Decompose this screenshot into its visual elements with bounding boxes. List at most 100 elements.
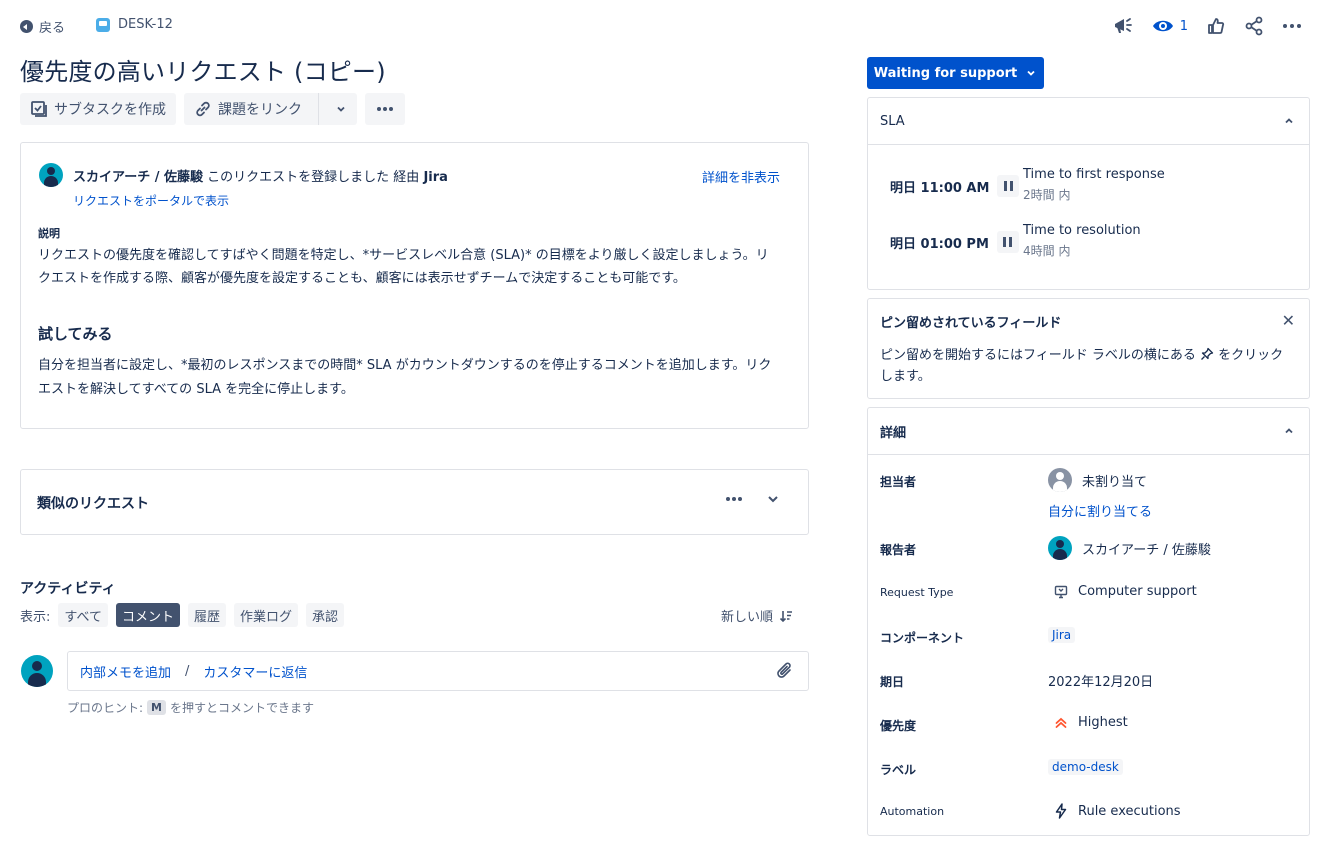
try-it-heading: 試してみる xyxy=(38,325,113,343)
sla-due-time: 明日 01:00 PM xyxy=(890,236,989,252)
sort-icon xyxy=(779,610,793,622)
field-components: コンポーネント Jira xyxy=(880,627,1300,651)
back-link[interactable]: 戻る xyxy=(20,17,65,36)
filter-history[interactable]: 履歴 xyxy=(187,603,226,627)
sla-due: 明日 11:00 AM xyxy=(890,175,1020,197)
filter-comments[interactable]: コメント xyxy=(115,603,180,627)
description-label: 説明 xyxy=(38,227,60,240)
issue-key-link[interactable]: DESK-12 xyxy=(96,17,173,32)
protip-prefix: プロのヒント: xyxy=(67,701,144,715)
more-icon xyxy=(1283,24,1301,28)
sla-name: Time to first response xyxy=(1023,167,1165,182)
sla-panel: SLA 明日 11:00 AM Time to first response 2… xyxy=(867,97,1310,290)
more-icon[interactable] xyxy=(724,493,744,505)
field-label: 担当者 xyxy=(880,475,917,489)
reporter-name: スカイアーチ / 佐藤駿 xyxy=(1082,542,1211,558)
create-subtask-button[interactable]: サブタスクを作成 xyxy=(20,93,176,125)
field-label: 優先度 xyxy=(880,719,917,733)
close-icon[interactable]: ✕ xyxy=(1282,311,1295,330)
comment-separator: / xyxy=(185,663,190,679)
more-icon xyxy=(377,107,393,111)
assign-to-me-link[interactable]: 自分に割り当てる xyxy=(1048,501,1152,520)
view-in-portal-link[interactable]: リクエストをポータルで表示 xyxy=(73,192,229,209)
details-panel-header[interactable]: 詳細 xyxy=(868,408,1309,455)
chevron-up-icon xyxy=(1285,118,1293,124)
add-internal-note-link[interactable]: 内部メモを追加 xyxy=(80,662,171,681)
components-value[interactable]: Jira xyxy=(1048,627,1076,643)
feedback-button[interactable] xyxy=(1112,14,1134,38)
issue-title[interactable]: 優先度の高いリクエスト (コピー) xyxy=(20,52,386,87)
field-label: コンポーネント xyxy=(880,631,965,645)
protip-key: M xyxy=(147,700,166,715)
eye-icon xyxy=(1152,20,1173,32)
chevron-up-icon xyxy=(1285,428,1293,434)
pause-icon xyxy=(997,175,1020,197)
sort-order-button[interactable]: 新しい順 xyxy=(721,606,793,625)
field-label: Automation xyxy=(880,805,945,818)
chevron-down-icon xyxy=(1027,70,1035,76)
link-issue-label: 課題をリンク xyxy=(218,102,302,118)
pro-tip: プロのヒント: M を押すとコメントできます xyxy=(67,699,314,716)
thumbs-up-icon xyxy=(1208,18,1225,34)
request-type-value[interactable]: Computer support xyxy=(1054,584,1197,599)
status-dropdown-button[interactable]: Waiting for support xyxy=(867,57,1044,89)
unassigned-avatar xyxy=(1048,468,1072,492)
request-action: このリクエストを登録しました 経由 xyxy=(207,169,420,185)
hide-details-link[interactable]: 詳細を非表示 xyxy=(702,167,780,186)
link-issue-button[interactable]: 課題をリンク xyxy=(184,93,312,125)
megaphone-icon xyxy=(1114,18,1132,33)
sla-remaining: 4時間 内 xyxy=(1023,244,1071,258)
request-header: スカイアーチ / 佐藤駿 このリクエストを登録しました 経由 Jira xyxy=(39,163,448,187)
filter-worklog[interactable]: 作業ログ xyxy=(234,603,299,627)
more-actions-button[interactable] xyxy=(1282,14,1302,38)
chevron-down-icon[interactable] xyxy=(766,492,780,506)
subtask-icon xyxy=(31,101,47,117)
toolbar-more-button[interactable] xyxy=(365,93,405,125)
label-tag[interactable]: demo-desk xyxy=(1048,759,1123,775)
lightning-icon xyxy=(1055,803,1067,819)
sla-panel-header[interactable]: SLA xyxy=(868,98,1309,145)
assignee-name: 未割り当て xyxy=(1082,474,1148,490)
pinned-text-before: ピン留めを開始するにはフィールド ラベルの横にある xyxy=(880,348,1196,363)
description-text[interactable]: リクエストの優先度を確認してすばやく問題を特定し、*サービスレベル合意 (SLA… xyxy=(38,244,778,290)
automation-value[interactable]: Rule executions xyxy=(1054,803,1181,819)
chevron-down-icon xyxy=(337,106,345,112)
field-label: ラベル xyxy=(880,763,917,777)
filter-approvals[interactable]: 承認 xyxy=(306,603,345,627)
sla-remaining: 2時間 内 xyxy=(1023,188,1071,202)
assignee-value[interactable]: 未割り当て xyxy=(1048,468,1147,492)
watch-button[interactable]: 1 xyxy=(1152,14,1188,38)
pinned-fields-text: ピン留めを開始するにはフィールド ラベルの横にある をクリックします。 xyxy=(880,345,1290,387)
reporter-avatar[interactable] xyxy=(39,163,63,187)
try-it-text: 自分を担当者に設定し、*最初のレスポンスまでの時間* SLA がカウントダウンす… xyxy=(38,358,772,397)
priority-highest-icon xyxy=(1055,717,1067,728)
reporter-value[interactable]: スカイアーチ / 佐藤駿 xyxy=(1048,536,1211,560)
sla-item: 明日 01:00 PM Time to resolution 4時間 内 xyxy=(890,223,1300,263)
issue-toolbar: サブタスクを作成 課題をリンク xyxy=(20,93,405,125)
share-button[interactable] xyxy=(1244,14,1264,38)
top-bar: 戻る DESK-12 1 xyxy=(0,0,1320,54)
due-date-value[interactable]: 2022年12月20日 xyxy=(1048,671,1153,690)
labels-value[interactable]: demo-desk xyxy=(1048,759,1123,775)
priority-value[interactable]: Highest xyxy=(1054,715,1128,730)
filter-all[interactable]: すべて xyxy=(58,603,108,627)
field-labels: ラベル demo-desk xyxy=(880,759,1300,783)
link-issue-group: 課題をリンク xyxy=(184,93,357,125)
share-icon xyxy=(1245,16,1263,36)
link-issue-dropdown[interactable] xyxy=(325,93,357,125)
watch-count: 1 xyxy=(1179,18,1188,34)
request-author[interactable]: スカイアーチ / 佐藤駿 xyxy=(73,170,203,185)
field-priority: 優先度 Highest xyxy=(880,715,1300,739)
attachment-icon[interactable] xyxy=(776,662,794,680)
sort-order-label: 新しい順 xyxy=(721,610,774,625)
field-label: 報告者 xyxy=(880,543,917,557)
field-reporter: 報告者 スカイアーチ / 佐藤駿 xyxy=(880,536,1300,566)
current-user-avatar xyxy=(21,655,53,687)
activity-filter-row: 表示: すべて コメント 履歴 作業ログ 承認 xyxy=(20,603,345,627)
comment-box[interactable]: 内部メモを追加 / カスタマーに返信 xyxy=(67,651,809,691)
component-tag[interactable]: Jira xyxy=(1048,627,1076,643)
vote-button[interactable] xyxy=(1206,14,1226,38)
toolbar-divider xyxy=(318,93,319,125)
reply-to-customer-link[interactable]: カスタマーに返信 xyxy=(203,662,307,681)
field-due-date: 期日 2022年12月20日 xyxy=(880,671,1300,695)
